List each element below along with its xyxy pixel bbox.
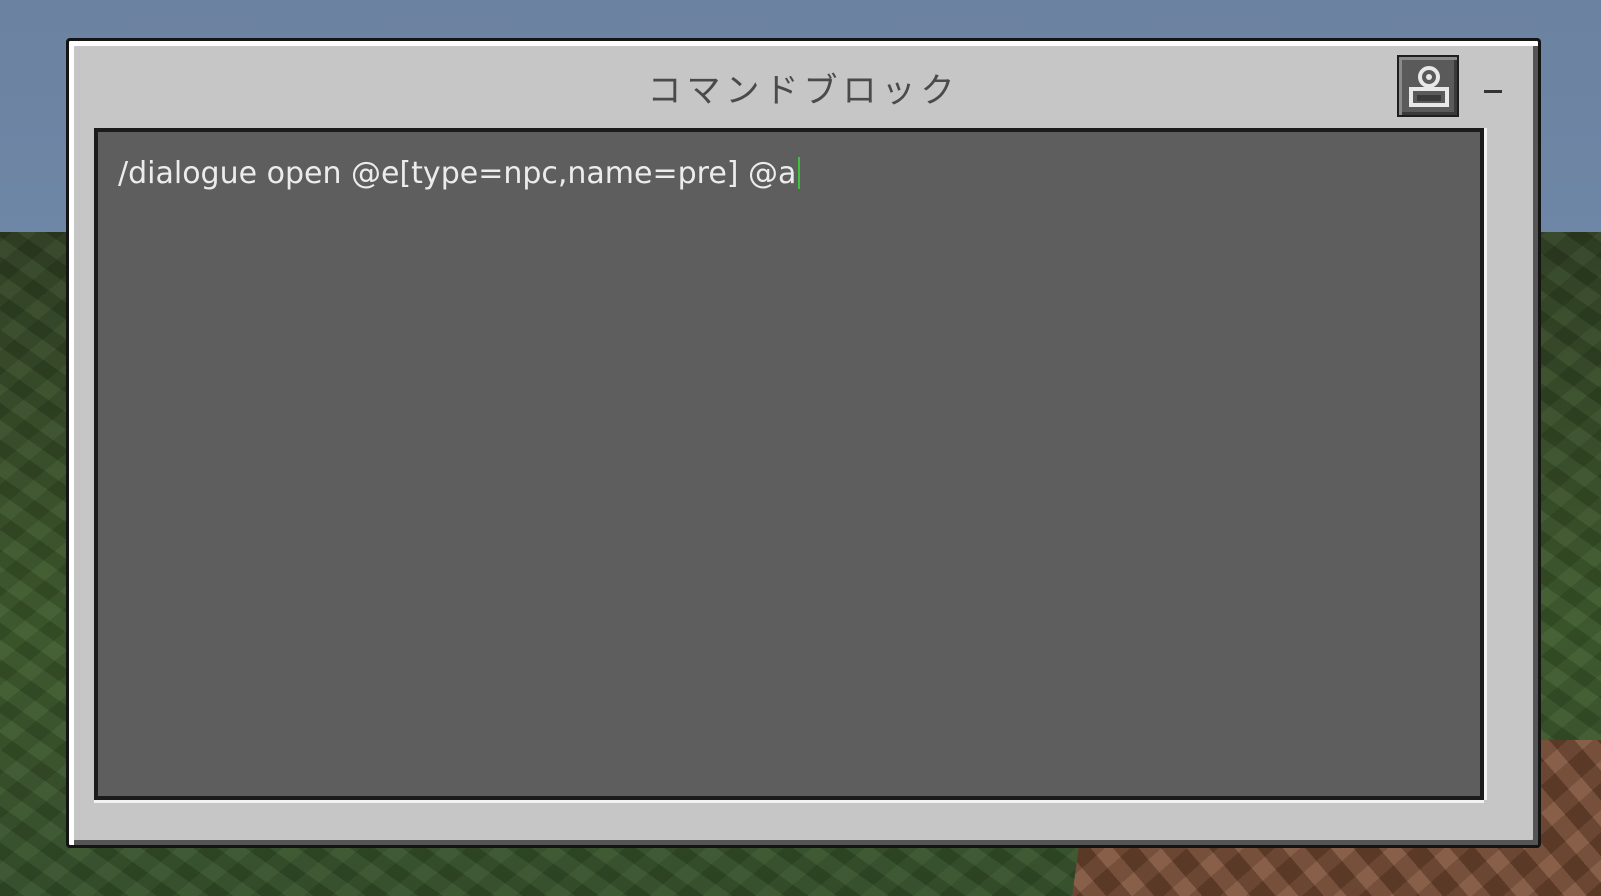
command-block-mode-icon (1409, 66, 1449, 107)
command-block-mode-button[interactable] (1397, 55, 1459, 117)
dialog-title: コマンドブロック (647, 71, 960, 111)
command-block-dialog: コマンドブロック /dialogue open @e[type=npc,name… (66, 38, 1541, 848)
command-text: /dialogue open @e[type=npc,name=pre] @a (118, 156, 801, 192)
minimize-button[interactable] (1475, 69, 1511, 105)
text-caret (798, 157, 801, 189)
minimize-icon (1484, 90, 1502, 93)
command-value: /dialogue open @e[type=npc,name=pre] @a (118, 156, 797, 191)
game-world-background: コマンドブロック /dialogue open @e[type=npc,name… (0, 0, 1601, 896)
command-input[interactable]: /dialogue open @e[type=npc,name=pre] @a (94, 128, 1484, 800)
